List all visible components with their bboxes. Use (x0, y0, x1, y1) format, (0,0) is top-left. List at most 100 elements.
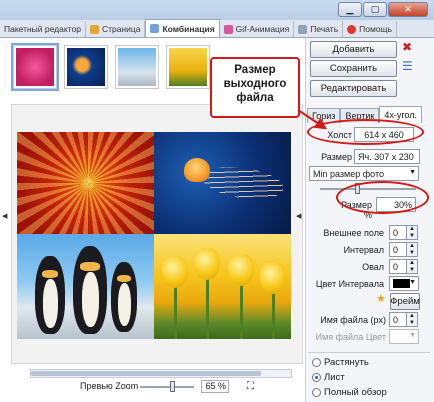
color-swatch (393, 279, 410, 288)
radio-stretch[interactable] (312, 358, 321, 367)
tab-print[interactable]: Печать (294, 21, 344, 37)
flower-image (16, 48, 54, 86)
filename-color-label: Имя файла Цвет (315, 332, 386, 342)
penguin-figure (111, 262, 137, 332)
tab-gif-animation[interactable]: Gif-Анимация (220, 21, 295, 37)
print-icon (298, 24, 308, 34)
star-icon: ★ (376, 293, 386, 305)
tab-label: Страница (101, 24, 141, 34)
outer-margin-label: Внешнее поле (323, 228, 384, 238)
divider (308, 352, 430, 353)
remove-icon[interactable]: ✖ (402, 40, 412, 54)
zoom-slider-handle[interactable] (170, 381, 175, 392)
right-panel: Добавить ✖ Сохранить ☰ Редактировать Гор… (305, 38, 434, 402)
tulip-flower (228, 254, 254, 286)
close-button[interactable]: ✕ (388, 2, 428, 17)
save-button[interactable]: Сохранить (310, 60, 397, 77)
outer-margin-stepper[interactable]: ▲ ▼ (407, 225, 418, 240)
oval-stepper[interactable]: ▲ ▼ (407, 259, 418, 274)
thumbnail-penguins[interactable] (115, 45, 159, 89)
scrollbar-thumb[interactable] (31, 371, 261, 376)
thumbnail-tulips[interactable] (166, 45, 210, 89)
penguin-figure (35, 256, 65, 334)
radio-sheet[interactable] (312, 373, 321, 382)
interval-stepper[interactable]: ▲ ▼ (407, 242, 418, 257)
tab-label: Gif-Анимация (235, 24, 290, 34)
collapse-left-icon[interactable]: ◀ (2, 212, 7, 220)
tab-label: Гориз (312, 111, 336, 121)
frame-button-label: Фрейм (390, 296, 420, 307)
zoom-label: Превью Zoom (80, 381, 139, 391)
thumbnail-jellyfish[interactable] (64, 45, 108, 89)
interval-field[interactable]: 0 (389, 242, 407, 257)
radio-full-view-label: Полный обзор (324, 387, 387, 398)
interval-color-label: Цвет Интервала (315, 279, 384, 289)
save-button-label: Сохранить (329, 63, 378, 74)
penguins-image (118, 48, 156, 86)
tab-label: Помощь (359, 24, 392, 34)
list-icon[interactable]: ☰ (402, 59, 413, 73)
filename-color-picker[interactable]: ▼ (389, 329, 419, 344)
thumbnail-flower[interactable] (11, 43, 59, 91)
zoom-slider-track[interactable] (140, 386, 194, 388)
minimize-button[interactable]: ▁ (338, 2, 362, 17)
oval-label: Овал (362, 262, 384, 272)
jellyfish-image (67, 48, 105, 86)
tulip-flower (260, 262, 286, 294)
add-button-label: Добавить (332, 44, 375, 55)
maximize-button[interactable]: ▢ (363, 2, 387, 17)
tab-label: Пакетный редактор (4, 24, 81, 34)
tab-combination[interactable]: Комбинация (145, 19, 220, 37)
annotation-callout: Размер выходного файла (210, 57, 300, 118)
filename-size-stepper[interactable]: ▲ ▼ (407, 312, 418, 327)
radio-full-view[interactable] (312, 388, 321, 397)
size-label: Размер (321, 152, 352, 162)
callout-line: выходного (223, 78, 287, 90)
chevron-down-icon: ▼ (409, 169, 416, 176)
tab-label: Печать (310, 24, 339, 34)
page-icon (89, 24, 99, 34)
tab-page[interactable]: Страница (86, 21, 146, 37)
jellyfish-bell (184, 158, 210, 182)
oval-field[interactable]: 0 (389, 259, 407, 274)
outer-margin-field[interactable]: 0 (389, 225, 407, 240)
expand-right-icon[interactable]: ◀ (296, 212, 301, 220)
interval-label: Интервал (343, 245, 384, 255)
tab-label: 4х-угол. (384, 110, 417, 120)
jellyfish-tentacles (200, 162, 286, 204)
filename-size-field[interactable]: 0 (389, 312, 407, 327)
collage-photo-jellyfish[interactable] (154, 132, 291, 234)
size-mode-value: Min размер фото (313, 168, 384, 179)
tab-help[interactable]: Помощь (343, 21, 397, 37)
chevron-down-icon: ▼ (409, 279, 416, 286)
help-icon (347, 24, 357, 34)
zoom-value[interactable]: 65 % (201, 380, 229, 393)
cell-size-field: Яч. 307 x 230 (354, 149, 420, 164)
tab-label: Комбинация (162, 23, 215, 34)
collage-photo-penguins[interactable] (17, 234, 154, 339)
highlight-ring-size-percent (336, 181, 429, 214)
radio-stretch-label: Растянуть (324, 357, 369, 368)
size-mode-dropdown[interactable]: Min размер фото ▼ (309, 166, 419, 181)
collage-photo-tulips[interactable] (154, 234, 291, 339)
add-button[interactable]: Добавить (310, 41, 397, 58)
frame-button[interactable]: Фрейм (390, 293, 420, 310)
tulips-image (169, 48, 207, 86)
callout-line: Размер (234, 64, 276, 76)
combine-icon (150, 24, 160, 33)
horizontal-scrollbar[interactable] (30, 369, 292, 378)
fit-to-screen-icon[interactable]: ⛶ (247, 381, 254, 392)
zoom-bar: Превью Zoom 65 % ⛶ (0, 380, 300, 394)
callout-line: файла (236, 92, 274, 104)
collage-photo-flower[interactable] (17, 132, 154, 234)
penguin-figure (73, 246, 107, 334)
preview-canvas (11, 104, 303, 364)
main-tabbar: Пакетный редактор Страница Комбинация Gi… (0, 19, 434, 38)
interval-color-picker[interactable]: ▼ (389, 276, 419, 291)
gif-icon (223, 24, 233, 34)
edit-button[interactable]: Редактировать (310, 80, 397, 97)
tab-batch-editor[interactable]: Пакетный редактор (0, 21, 86, 37)
tulip-flower (162, 256, 188, 288)
highlight-ring-canvas (307, 119, 424, 145)
radio-sheet-label: Лист (324, 372, 345, 383)
